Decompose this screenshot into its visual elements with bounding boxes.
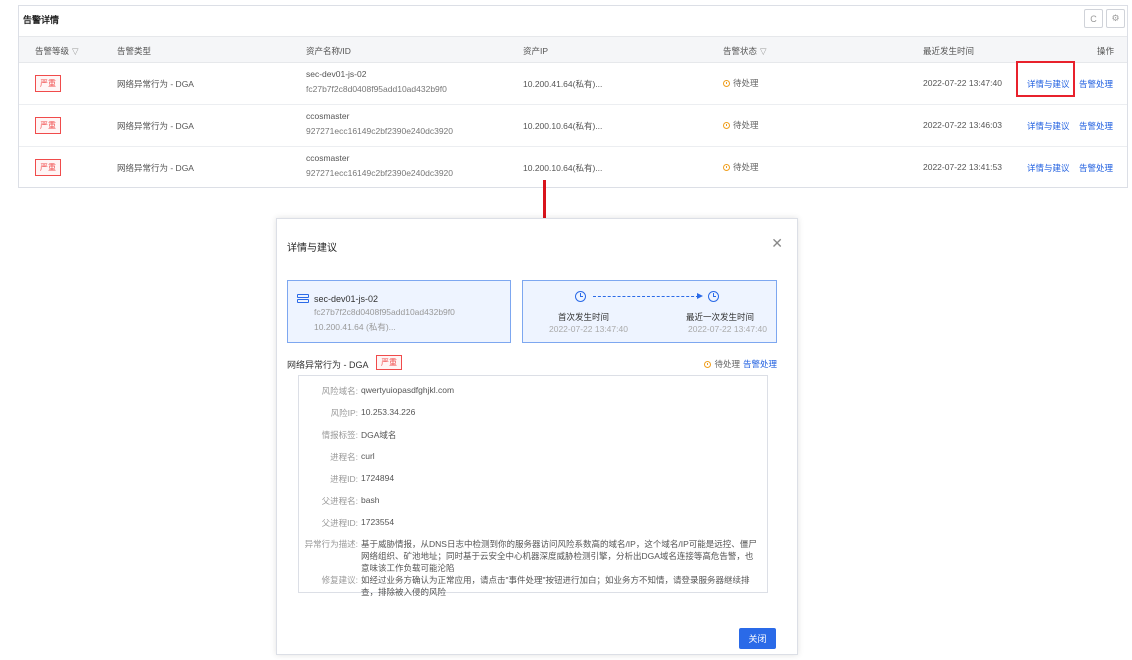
close-icon[interactable]: ✕ — [771, 236, 783, 250]
column-asset: 资产名称/ID — [306, 46, 351, 56]
severity-badge: 严重 — [35, 117, 61, 134]
server-icon — [297, 294, 309, 308]
arrow-right-icon — [697, 293, 703, 299]
pending-status-icon — [723, 164, 730, 171]
description-label: 异常行为描述: — [304, 539, 358, 549]
detail-label: 进程名: — [330, 452, 358, 462]
panel-title: 告警详情 — [23, 15, 60, 25]
table-row: 严重 网络异常行为 - DGA ccosmaster 927271ecc1614… — [19, 105, 1127, 147]
last-occurrence-time: 2022-07-22 13:47:40 — [923, 78, 1002, 88]
asset-ip: 10.200.41.64 (私有)... — [314, 322, 396, 332]
filter-icon[interactable]: ▽ — [760, 46, 767, 56]
asset-id: fc27b7f2c8d0408f95add10ad432b9f0 — [314, 307, 455, 317]
detail-value: 1724894 — [361, 473, 395, 483]
details-link[interactable]: 详情与建议 — [1027, 120, 1070, 132]
event-title: 网络异常行为 - DGA — [287, 360, 369, 370]
detail-value: DGA域名 — [361, 430, 397, 440]
asset-name: sec-dev01-js-02 — [306, 69, 367, 79]
alert-type: 网络异常行为 - DGA — [117, 163, 194, 173]
close-button[interactable]: 关闭 — [739, 628, 776, 649]
asset-id: fc27b7f2c8d0408f95add10ad432b9f0 — [306, 84, 447, 94]
asset-name: ccosmaster — [306, 111, 350, 121]
asset-card: sec-dev01-js-02 fc27b7f2c8d0408f95add10a… — [287, 280, 511, 343]
handle-alert-link[interactable]: 告警处理 — [1079, 78, 1113, 90]
clock-icon — [575, 291, 586, 302]
column-type: 告警类型 — [117, 46, 152, 56]
handle-alert-link[interactable]: 告警处理 — [743, 359, 777, 369]
severity-badge: 严重 — [35, 159, 61, 176]
severity-badge: 严重 — [35, 75, 61, 92]
table-row: 严重 网络异常行为 - DGA ccosmaster 927271ecc1614… — [19, 147, 1127, 189]
handle-alert-link[interactable]: 告警处理 — [1079, 120, 1113, 132]
asset-id: 927271ecc16149c2bf2390e240dc3920 — [306, 168, 453, 178]
last-occurrence-time: 2022-07-22 13:46:03 — [923, 120, 1002, 130]
details-link[interactable]: 详情与建议 — [1027, 162, 1070, 174]
column-time: 最近发生时间 — [923, 46, 975, 56]
column-status[interactable]: 告警状态 ▽ — [723, 45, 767, 57]
suggestion-label: 修复建议: — [321, 575, 358, 585]
asset-id: 927271ecc16149c2bf2390e240dc3920 — [306, 126, 453, 136]
settings-icon[interactable]: ⚙ — [1106, 9, 1125, 28]
pending-status-icon — [723, 122, 730, 129]
detail-value: 1723554 — [361, 517, 395, 527]
detail-value: qwertyuiopasdfghjkl.com — [361, 385, 455, 395]
suggestion-text: 如经过业务方确认为正常应用，请点击"事件处理"按钮进行加白；如业务方不知情，请登… — [361, 575, 750, 597]
event-status: 待处理 告警处理 — [704, 358, 777, 370]
last-occurrence-time: 2022-07-22 13:47:40 — [688, 324, 767, 334]
severity-badge: 严重 — [376, 355, 402, 370]
detail-label: 风险IP: — [330, 408, 358, 418]
detail-label: 风险域名: — [321, 386, 358, 396]
time-card: 首次发生时间 2022-07-22 13:47:40 最近一次发生时间 2022… — [522, 280, 777, 343]
highlight-box — [1016, 61, 1075, 97]
modal-title: 详情与建议 — [287, 243, 337, 254]
detail-value: bash — [361, 495, 380, 505]
alert-type: 网络异常行为 - DGA — [117, 79, 194, 89]
detail-label: 进程ID: — [330, 474, 358, 484]
last-occurrence-label: 最近一次发生时间 — [686, 312, 755, 322]
alert-status: 待处理 — [723, 119, 759, 131]
last-occurrence-time: 2022-07-22 13:41:53 — [923, 162, 1002, 172]
timeline-dash — [593, 296, 699, 297]
asset-ip: 10.200.10.64(私有)... — [523, 163, 603, 173]
refresh-icon[interactable]: C — [1084, 9, 1103, 28]
column-level[interactable]: 告警等级 ▽ — [35, 45, 79, 57]
column-ip: 资产IP — [523, 46, 549, 56]
detail-box: 风险域名: qwertyuiopasdfghjkl.com 风险IP: 10.2… — [298, 375, 768, 597]
description-text: 基于威胁情报，从DNS日志中检测到你的服务器访问风险系数高的域名/IP，这个域名… — [361, 539, 757, 573]
asset-name: sec-dev01-js-02 — [314, 294, 379, 304]
asset-ip: 10.200.10.64(私有)... — [523, 121, 603, 131]
column-ops: 操作 — [1097, 46, 1115, 56]
detail-label: 父进程ID: — [321, 518, 358, 528]
detail-value: curl — [361, 451, 375, 461]
status-text: 待处理 — [714, 359, 740, 369]
table-header: 告警等级 ▽ 告警类型 资产名称/ID 资产IP 告警状态 ▽ 最近发生时间 操作 — [19, 36, 1127, 63]
pending-status-icon — [704, 361, 712, 368]
details-modal: 详情与建议 ✕ sec-dev01-js-02 fc27b7f2c8d0408f… — [276, 218, 798, 655]
detail-label: 情报标签: — [321, 430, 358, 440]
detail-value: 10.253.34.226 — [361, 407, 416, 417]
detail-label: 父进程名: — [321, 496, 358, 506]
alert-type: 网络异常行为 - DGA — [117, 121, 194, 131]
clock-icon — [708, 291, 719, 302]
filter-icon[interactable]: ▽ — [72, 46, 79, 56]
event-summary: 网络异常行为 - DGA 严重 待处理 告警处理 — [287, 355, 777, 371]
first-occurrence-label: 首次发生时间 — [558, 312, 610, 322]
first-occurrence-time: 2022-07-22 13:47:40 — [549, 324, 628, 334]
alert-panel: 告警详情 C ⚙ 告警等级 ▽ 告警类型 资产名称/ID 资产IP 告警状态 ▽ 最… — [18, 5, 1128, 188]
pending-status-icon — [723, 80, 730, 87]
alert-status: 待处理 — [723, 161, 759, 173]
alert-status: 待处理 — [723, 77, 759, 89]
table-row: 严重 网络异常行为 - DGA sec-dev01-js-02 fc27b7f2… — [19, 63, 1127, 105]
handle-alert-link[interactable]: 告警处理 — [1079, 162, 1113, 174]
asset-name: ccosmaster — [306, 153, 350, 163]
asset-ip: 10.200.41.64(私有)... — [523, 79, 603, 89]
